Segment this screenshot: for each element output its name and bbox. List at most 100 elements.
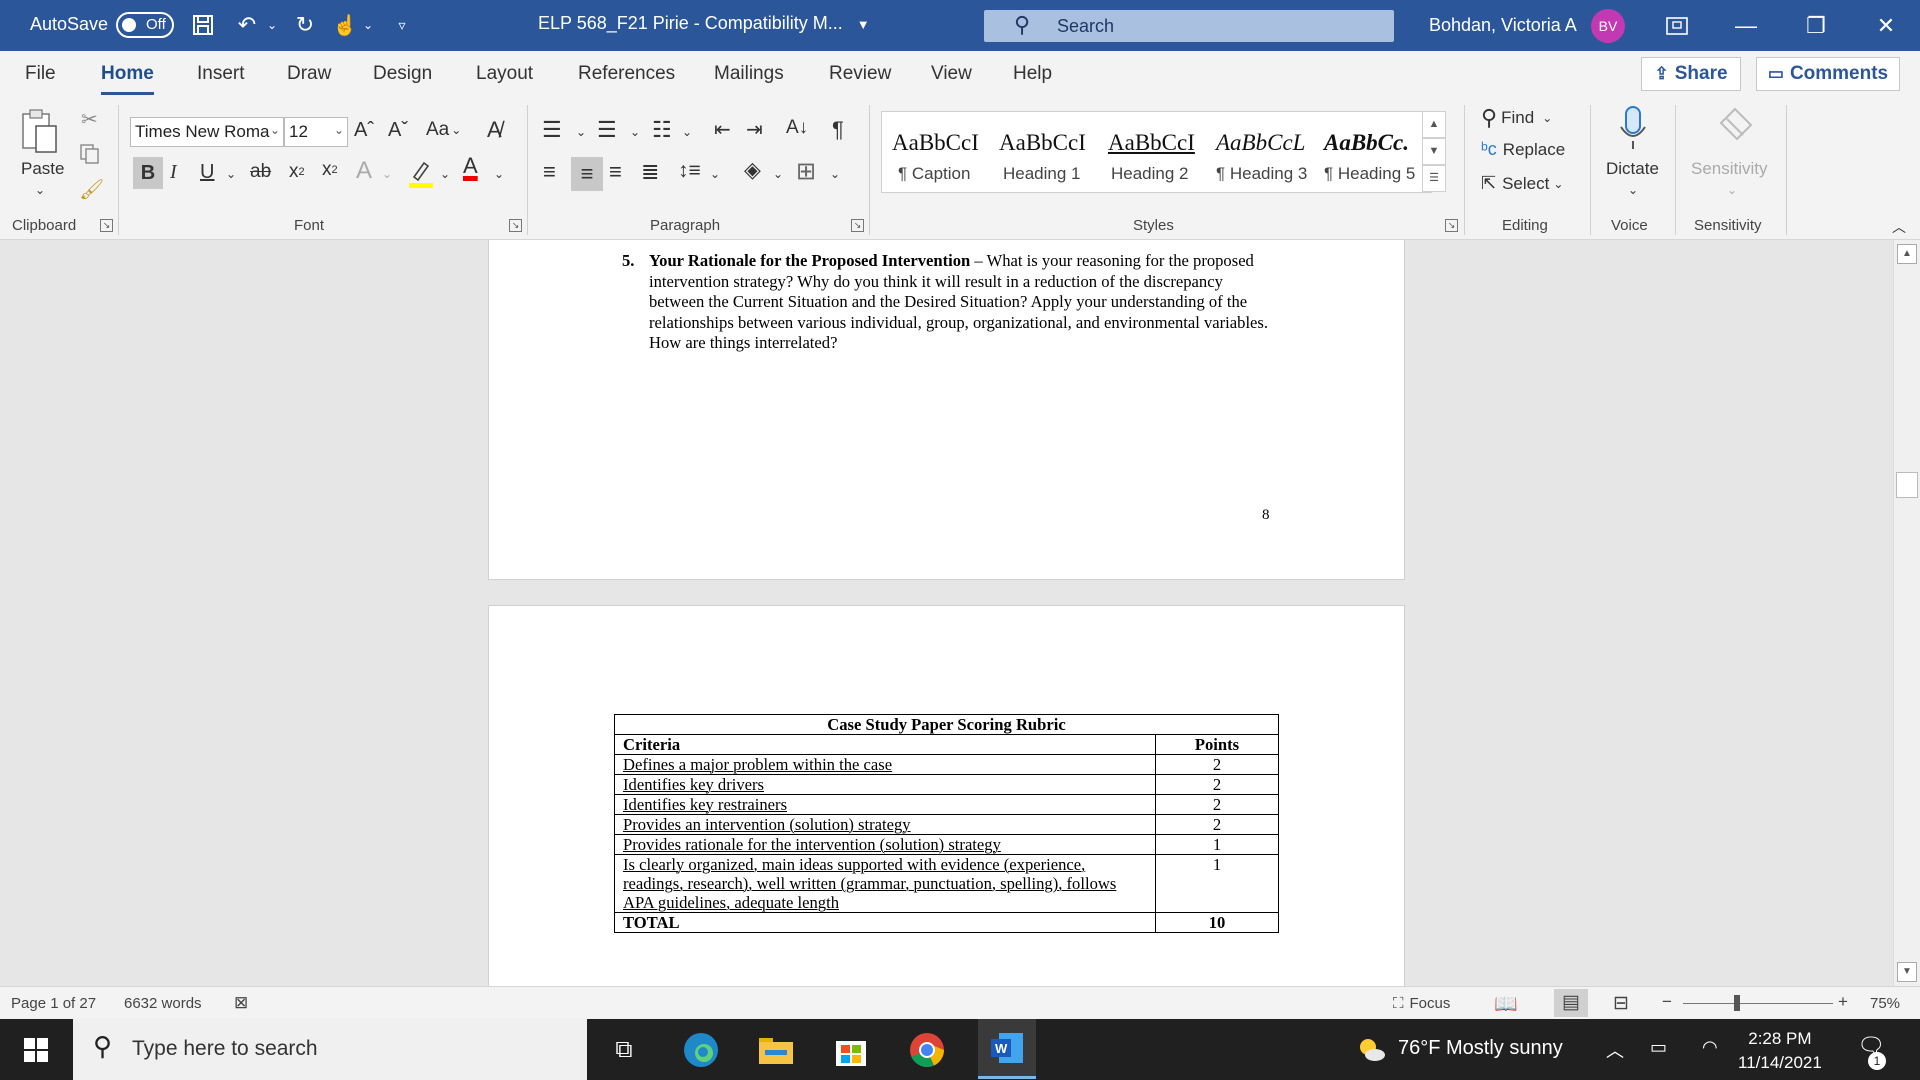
superscript-button[interactable]: x2 <box>322 159 338 181</box>
share-button[interactable]: ⇪ Share <box>1641 57 1741 91</box>
undo-icon[interactable]: ↶ <box>232 10 262 40</box>
close-icon[interactable]: ✕ <box>1856 0 1916 51</box>
justify-icon[interactable]: ≣ <box>641 159 659 185</box>
collapse-ribbon-icon[interactable]: ︿ <box>1892 217 1906 237</box>
windows-start-icon[interactable] <box>0 1019 72 1080</box>
store-icon[interactable] <box>828 1027 874 1073</box>
zoom-level[interactable]: 75% <box>1870 995 1900 1012</box>
clock[interactable]: 2:28 PM 11/14/2021 <box>1738 1027 1822 1075</box>
style-heading-1[interactable]: AaBbCcI Heading 1 <box>999 112 1099 192</box>
font-color-icon[interactable]: A <box>463 155 478 177</box>
document-area[interactable]: 5. Your Rationale for the Proposed Inter… <box>0 240 1920 986</box>
underline-button[interactable]: U <box>200 161 214 184</box>
multilevel-dropdown-icon[interactable]: ⌄ <box>682 125 692 139</box>
zoom-in-button[interactable]: + <box>1838 992 1848 1012</box>
select-button[interactable]: ⇱ Select ⌄ <box>1481 173 1563 194</box>
tab-file[interactable]: File <box>25 63 56 85</box>
shrink-font-icon[interactable]: Aˇ <box>388 119 408 142</box>
undo-dropdown-icon[interactable]: ⌄ <box>264 10 280 40</box>
document-page[interactable]: Case Study Paper Scoring Rubric Criteria… <box>488 605 1405 986</box>
zoom-out-button[interactable]: − <box>1662 992 1672 1012</box>
ribbon-display-options-icon[interactable] <box>1647 0 1707 51</box>
web-layout-icon[interactable]: ⊟ <box>1613 992 1629 1015</box>
styles-launcher-icon[interactable]: ↘ <box>1445 219 1458 232</box>
tab-draw[interactable]: Draw <box>287 63 331 85</box>
chrome-icon[interactable] <box>904 1027 950 1073</box>
tab-mailings[interactable]: Mailings <box>714 63 784 85</box>
clipboard-launcher-icon[interactable]: ↘ <box>100 219 113 232</box>
borders-dropdown-icon[interactable]: ⌄ <box>830 167 840 181</box>
comments-button[interactable]: ▭ Comments <box>1756 57 1900 91</box>
text-effects-icon[interactable]: A <box>356 157 372 185</box>
document-title[interactable]: ELP 568_F21 Pirie - Compatibility M... ▼ <box>538 13 870 34</box>
bold-button[interactable]: B <box>133 157 163 189</box>
chevron-up-icon[interactable]: ︿ <box>1606 1037 1624 1063</box>
scoring-rubric-table[interactable]: Case Study Paper Scoring Rubric Criteria… <box>614 714 1279 933</box>
font-name-select[interactable]: Times New Roma ⌄ <box>130 117 284 147</box>
tab-insert[interactable]: Insert <box>197 63 245 85</box>
file-explorer-icon[interactable] <box>753 1027 799 1073</box>
vertical-scrollbar[interactable]: ▲ ▼ <box>1893 240 1920 986</box>
styles-scroll-up-icon[interactable]: ▲ <box>1422 111 1446 138</box>
word-app-icon[interactable]: W <box>978 1019 1036 1079</box>
align-right-icon[interactable]: ≡ <box>609 159 622 185</box>
tab-review[interactable]: Review <box>829 63 891 85</box>
user-name[interactable]: Bohdan, Victoria A <box>1429 15 1577 36</box>
weather-text[interactable]: 76°F Mostly sunny <box>1398 1037 1563 1060</box>
shading-icon[interactable]: ◈ <box>744 157 761 183</box>
line-spacing-icon[interactable]: ↕≡ <box>678 159 701 183</box>
numbering-icon[interactable]: ☰ <box>597 117 617 143</box>
font-launcher-icon[interactable]: ↘ <box>509 219 522 232</box>
show-formatting-icon[interactable]: ¶ <box>832 117 844 143</box>
styles-more-icon[interactable]: ☰ <box>1422 165 1446 192</box>
style-heading-5[interactable]: AaBbCc. ¶ Heading 5 <box>1324 112 1428 192</box>
tab-design[interactable]: Design <box>373 63 432 85</box>
bullets-icon[interactable]: ☰ <box>542 117 562 143</box>
microphone-icon[interactable] <box>1618 105 1648 153</box>
tab-references[interactable]: References <box>578 63 675 85</box>
print-layout-icon[interactable]: ▤ <box>1554 989 1588 1017</box>
paste-icon[interactable] <box>20 107 64 155</box>
edge-icon[interactable] <box>678 1027 724 1073</box>
strikethrough-button[interactable]: ab <box>250 161 271 183</box>
word-count[interactable]: 6632 words <box>124 995 202 1012</box>
search-box[interactable]: ⚲ Search <box>984 10 1394 42</box>
scroll-up-icon[interactable]: ▲ <box>1897 244 1917 264</box>
styles-scroll-down-icon[interactable]: ▼ <box>1422 138 1446 165</box>
borders-icon[interactable]: ⊞ <box>796 157 816 186</box>
shading-dropdown-icon[interactable]: ⌄ <box>773 167 783 181</box>
multilevel-list-icon[interactable]: ☷ <box>652 117 672 143</box>
question-5-paragraph[interactable]: 5. Your Rationale for the Proposed Inter… <box>622 251 1269 354</box>
paste-label[interactable]: Paste <box>21 159 64 179</box>
touch-mode-icon[interactable]: ☝ <box>330 10 360 40</box>
page-info[interactable]: Page 1 of 27 <box>11 995 96 1012</box>
bullets-dropdown-icon[interactable]: ⌄ <box>576 125 586 139</box>
scroll-down-icon[interactable]: ▼ <box>1897 962 1917 982</box>
font-color-dropdown-icon[interactable]: ⌄ <box>494 167 504 181</box>
save-icon[interactable] <box>188 10 218 40</box>
avatar[interactable]: BV <box>1591 9 1625 43</box>
increase-indent-icon[interactable]: ⇥ <box>746 117 763 142</box>
dictate-dropdown-icon[interactable]: ⌄ <box>1628 183 1638 197</box>
redo-icon[interactable]: ↻ <box>290 10 320 40</box>
paragraph-launcher-icon[interactable]: ↘ <box>851 219 864 232</box>
underline-dropdown-icon[interactable]: ⌄ <box>226 167 236 181</box>
sort-icon[interactable]: A↓ <box>786 117 808 139</box>
highlight-icon[interactable] <box>408 157 434 189</box>
align-left-icon[interactable]: ≡ <box>543 159 556 185</box>
replace-button[interactable]: ᵇc Replace <box>1481 139 1565 160</box>
clear-formatting-icon[interactable]: A̸ <box>487 117 502 143</box>
focus-button[interactable]: ⛶ Focus <box>1393 995 1450 1012</box>
change-case-button[interactable]: Aa ⌄ <box>426 119 461 141</box>
highlight-dropdown-icon[interactable]: ⌄ <box>440 167 450 181</box>
align-center-icon[interactable]: ≡ <box>571 157 603 191</box>
task-view-icon[interactable]: ⧉ <box>601 1027 647 1073</box>
weather-icon[interactable] <box>1355 1035 1387 1070</box>
style-caption[interactable]: AaBbCcI ¶ Caption <box>892 112 992 192</box>
copy-icon[interactable] <box>79 143 101 165</box>
tab-layout[interactable]: Layout <box>476 63 533 85</box>
tab-help[interactable]: Help <box>1013 63 1052 85</box>
subscript-button[interactable]: x2 <box>289 161 305 183</box>
zoom-slider-thumb[interactable] <box>1734 995 1740 1011</box>
font-size-select[interactable]: 12 ⌄ <box>284 117 348 147</box>
